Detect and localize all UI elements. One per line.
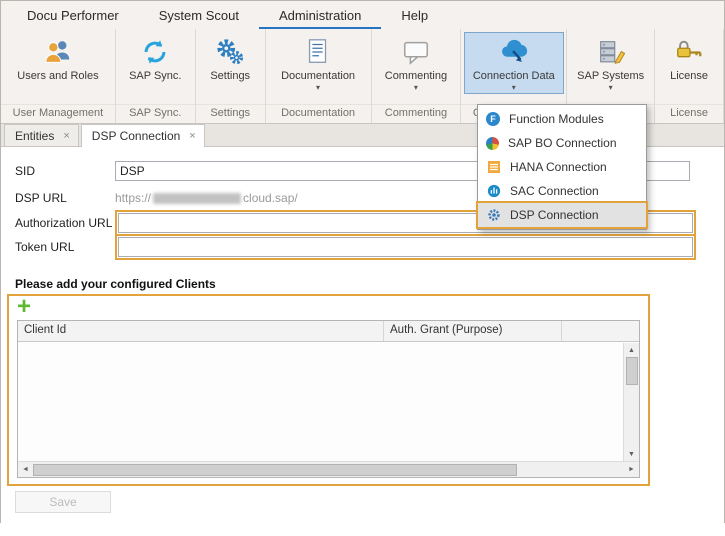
close-icon[interactable]: ×	[63, 130, 69, 142]
clients-table: Client Id Auth. Grant (Purpose) ▲ ▼ ◄ ►	[17, 320, 640, 478]
menubar: Docu Performer System Scout Administrati…	[1, 1, 724, 29]
ribbon-group-settings: Settings Settings	[196, 29, 266, 123]
documentation-button[interactable]: Documentation ▾	[272, 32, 364, 94]
vertical-scroll-thumb[interactable]	[626, 357, 638, 385]
menu-item-label: SAC Connection	[510, 184, 599, 198]
menu-administration[interactable]: Administration	[259, 1, 381, 29]
sap-bo-pie-icon	[486, 137, 499, 150]
menu-help[interactable]: Help	[381, 1, 448, 29]
tab-dsp-connection[interactable]: DSP Connection ×	[81, 124, 205, 147]
tab-entities[interactable]: Entities ×	[4, 124, 79, 146]
ribbon-group-caption: User Management	[1, 104, 115, 123]
ribbon-button-label: Commenting	[385, 70, 447, 83]
annotation-box-token-url	[115, 234, 696, 260]
dsp-url-label: DSP URL	[15, 191, 115, 205]
menu-item-hana-connection[interactable]: HANA Connection	[478, 155, 646, 179]
comment-bubble-icon	[401, 36, 431, 68]
clients-annotation-box: + Client Id Auth. Grant (Purpose) ▲ ▼ ◄	[7, 294, 650, 486]
hana-list-icon	[486, 160, 501, 175]
horizontal-scroll-thumb[interactable]	[33, 464, 517, 476]
app-window: Docu Performer System Scout Administrati…	[0, 0, 725, 523]
ribbon-button-label: Settings	[210, 70, 250, 83]
vertical-scrollbar[interactable]: ▲ ▼	[623, 343, 639, 461]
menu-system-scout[interactable]: System Scout	[139, 1, 259, 29]
token-url-label: Token URL	[15, 240, 115, 254]
ribbon-group-documentation: Documentation ▾ Documentation	[266, 29, 372, 123]
sap-sync-button[interactable]: SAP Sync.	[120, 32, 190, 85]
commenting-button[interactable]: Commenting ▾	[376, 32, 456, 94]
ribbon-button-label: SAP Systems	[577, 70, 644, 83]
sid-label: SID	[15, 164, 115, 178]
ribbon-group-license: License License	[655, 29, 724, 123]
authorization-url-label: Authorization URL	[15, 216, 115, 230]
dsp-url-value: https://cloud.sap/	[115, 191, 298, 205]
horizontal-scrollbar[interactable]: ◄ ►	[18, 461, 639, 477]
ribbon-button-label: SAP Sync.	[129, 70, 181, 83]
token-url-row: Token URL	[1, 234, 724, 260]
menu-item-dsp-connection[interactable]: DSP Connection	[478, 203, 646, 227]
ribbon-group-user-management: Users and Roles User Management	[1, 29, 116, 123]
clients-heading: Please add your configured Clients	[15, 277, 724, 291]
clients-table-body	[18, 342, 639, 446]
save-button[interactable]: Save	[15, 491, 111, 513]
chevron-down-icon: ▾	[414, 84, 418, 92]
redacted-url-segment	[153, 193, 241, 204]
ribbon-group-caption: License	[655, 104, 723, 123]
function-modules-icon: F	[486, 112, 500, 126]
scroll-up-icon[interactable]: ▲	[624, 343, 639, 357]
scroll-left-icon[interactable]: ◄	[18, 466, 33, 473]
ribbon-button-label: Connection Data	[473, 70, 555, 83]
scroll-right-icon[interactable]: ►	[624, 466, 639, 473]
ribbon-group-commenting: Commenting ▾ Commenting	[372, 29, 462, 123]
ribbon-group-caption: SAP Sync.	[116, 104, 195, 123]
settings-gears-icon	[215, 36, 245, 68]
license-key-icon	[674, 36, 704, 68]
license-button[interactable]: License	[661, 32, 717, 85]
settings-button[interactable]: Settings	[201, 32, 259, 85]
ribbon-group-sap-sync: SAP Sync. SAP Sync.	[116, 29, 196, 123]
ribbon-button-label: Documentation	[281, 70, 355, 83]
sap-systems-icon	[596, 36, 626, 68]
sync-icon	[140, 36, 170, 68]
ribbon-button-label: License	[670, 70, 708, 83]
chevron-down-icon: ▾	[316, 84, 320, 92]
connection-data-dropdown: F Function Modules SAP BO Connection HAN…	[477, 104, 647, 230]
clients-table-header: Client Id Auth. Grant (Purpose)	[18, 321, 639, 342]
ribbon-button-label: Users and Roles	[17, 70, 98, 83]
chevron-down-icon: ▾	[609, 84, 613, 92]
column-header-filler	[562, 321, 639, 341]
menu-docu-performer[interactable]: Docu Performer	[7, 1, 139, 29]
add-client-button[interactable]: +	[17, 298, 37, 318]
menu-item-label: SAP BO Connection	[508, 136, 617, 150]
close-icon[interactable]: ×	[189, 130, 195, 142]
sac-chart-icon	[486, 184, 501, 199]
menu-item-label: DSP Connection	[510, 208, 599, 222]
users-and-roles-button[interactable]: Users and Roles	[8, 32, 107, 85]
sap-systems-button[interactable]: SAP Systems ▾	[568, 32, 653, 94]
ribbon-group-caption: Commenting	[372, 104, 461, 123]
ribbon-group-caption: Settings	[196, 104, 265, 123]
menu-item-function-modules[interactable]: F Function Modules	[478, 107, 646, 131]
token-url-input[interactable]	[118, 237, 693, 257]
connection-data-button[interactable]: Connection Data ▾	[464, 32, 564, 94]
ribbon-group-caption: Documentation	[266, 104, 371, 123]
menu-item-sap-bo-connection[interactable]: SAP BO Connection	[478, 131, 646, 155]
column-header-client-id[interactable]: Client Id	[18, 321, 384, 341]
document-icon	[303, 36, 333, 68]
menu-item-label: HANA Connection	[510, 160, 607, 174]
scroll-down-icon[interactable]: ▼	[624, 447, 639, 461]
users-icon	[43, 36, 73, 68]
dsp-gear-icon	[486, 208, 501, 223]
tab-label: DSP Connection	[92, 129, 181, 143]
menu-item-label: Function Modules	[509, 112, 604, 126]
column-header-auth-grant[interactable]: Auth. Grant (Purpose)	[384, 321, 562, 341]
chevron-down-icon: ▾	[512, 84, 516, 92]
connection-cloud-icon	[499, 36, 529, 68]
tab-label: Entities	[15, 129, 54, 143]
menu-item-sac-connection[interactable]: SAC Connection	[478, 179, 646, 203]
